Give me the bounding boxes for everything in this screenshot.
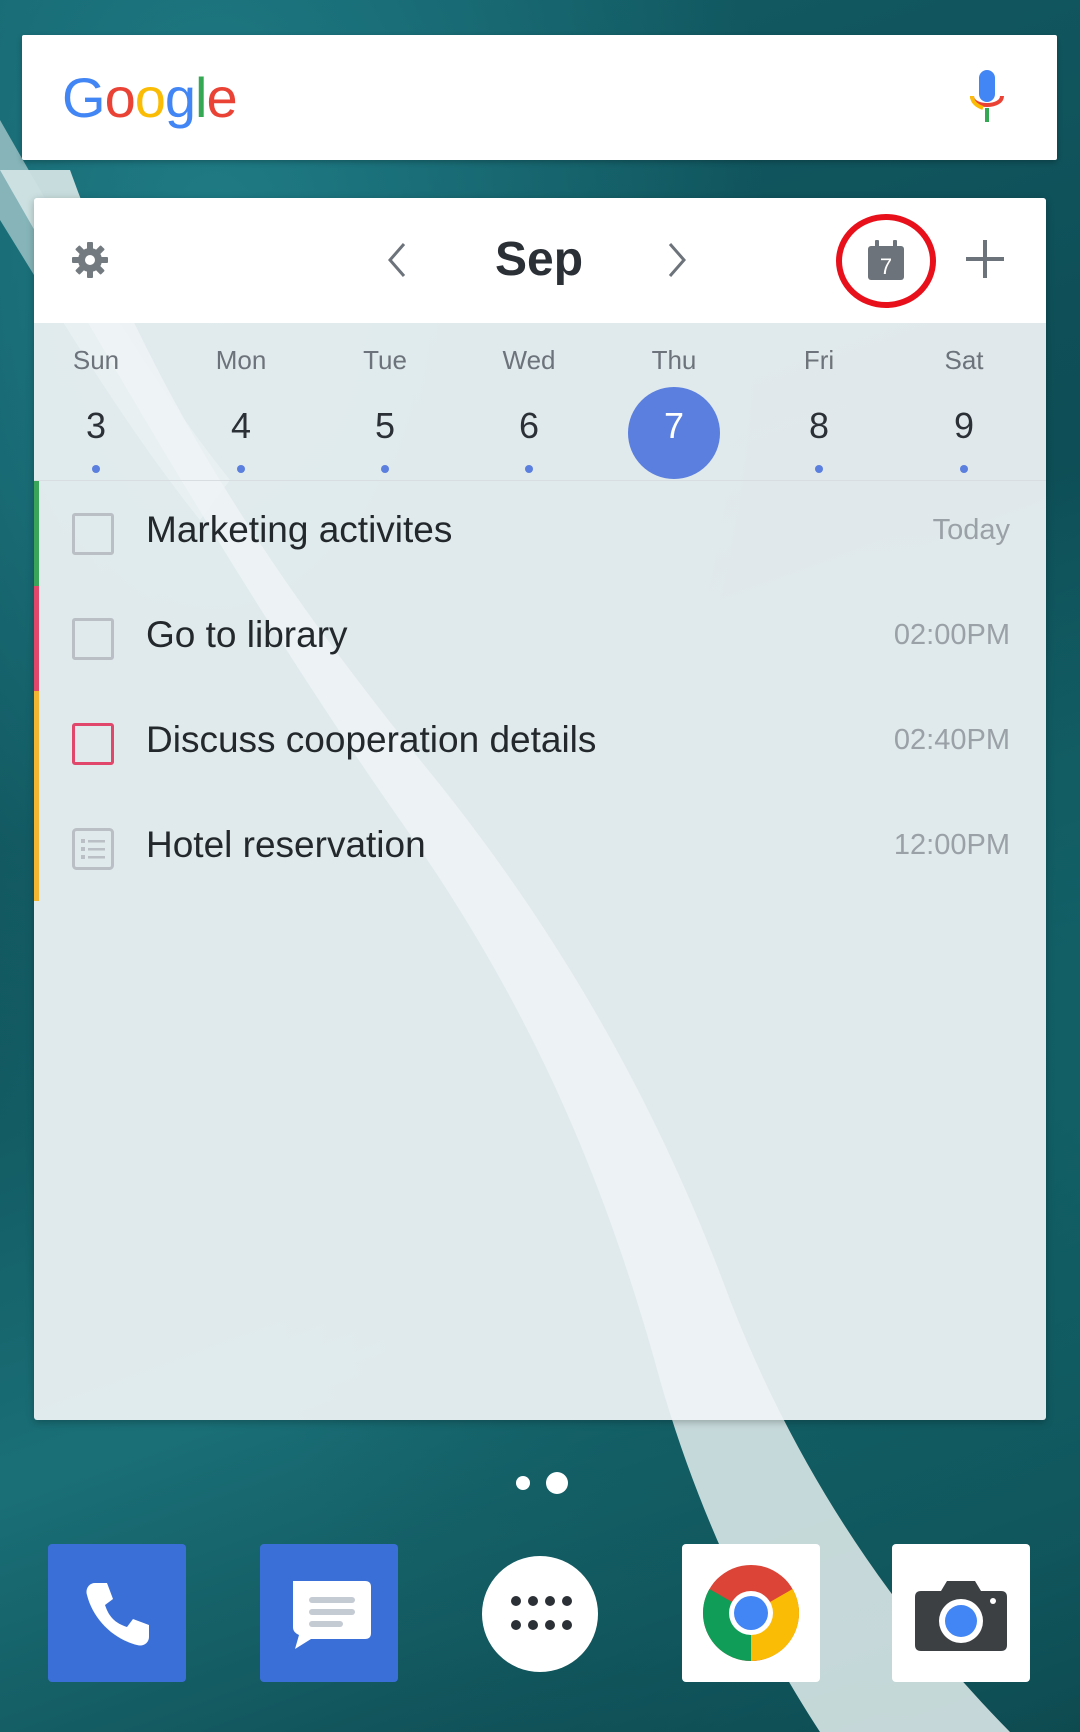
svg-text:7: 7 <box>880 254 892 279</box>
month-title: Sep <box>494 233 584 286</box>
task-checkbox[interactable] <box>72 513 114 555</box>
day-thu-selected[interactable]: Thu 7 <box>624 323 724 481</box>
event-dot <box>525 465 533 473</box>
messages-icon <box>293 1581 371 1649</box>
day-name: Wed <box>502 345 556 375</box>
priority-bar <box>34 481 39 586</box>
camera-app[interactable] <box>892 1544 1030 1682</box>
event-dot <box>237 465 245 473</box>
day-number: 6 <box>518 405 540 446</box>
widget-header: Sep 7 <box>34 198 1046 323</box>
event-dot <box>815 465 823 473</box>
camera-icon <box>915 1581 1007 1651</box>
day-number: 8 <box>808 405 830 446</box>
event-dot <box>381 465 389 473</box>
messages-app[interactable] <box>260 1544 398 1682</box>
mic-icon[interactable] <box>967 68 1007 128</box>
day-name: Fri <box>803 345 835 375</box>
priority-bar <box>34 691 39 796</box>
chevron-left-icon[interactable] <box>382 240 412 280</box>
task-checkbox[interactable] <box>72 723 114 765</box>
day-name: Sun <box>72 345 120 375</box>
day-wed[interactable]: Wed 6 <box>479 323 579 481</box>
today-calendar-button[interactable]: 7 <box>836 214 936 308</box>
page-indicator <box>514 1468 574 1498</box>
week-strip: Sun 3 Mon 4 Tue 5 Wed 6 Thu 7 Fri 8 Sat … <box>34 323 1046 481</box>
task-time: Today <box>932 514 1010 546</box>
google-search-bar[interactable]: Google <box>22 35 1057 160</box>
task-title: Discuss cooperation details <box>146 719 597 760</box>
day-name: Thu <box>651 345 697 375</box>
task-item[interactable]: Go to library 02:00PM <box>34 586 1046 691</box>
task-title: Hotel reservation <box>146 824 426 865</box>
event-dot <box>960 465 968 473</box>
task-checkbox[interactable] <box>72 618 114 660</box>
gear-icon[interactable] <box>70 240 110 280</box>
task-title: Go to library <box>146 614 348 655</box>
phone-icon <box>86 1583 149 1646</box>
notes-icon[interactable] <box>72 828 114 870</box>
chrome-app[interactable] <box>682 1544 820 1682</box>
calendar-icon: 7 <box>868 240 904 280</box>
app-drawer-icon <box>511 1596 572 1630</box>
priority-bar <box>34 796 39 901</box>
chrome-icon <box>702 1565 800 1661</box>
add-icon[interactable] <box>962 236 1008 282</box>
task-title: Marketing activites <box>146 509 453 550</box>
task-item[interactable]: Discuss cooperation details 02:40PM <box>34 691 1046 796</box>
day-name: Sat <box>944 345 984 375</box>
day-number: 5 <box>374 405 396 446</box>
calendar-widget: Sep 7 Sun 3 Mon 4 Tue 5 Wed 6 Thu 7 Fri … <box>34 198 1046 1420</box>
day-name: Mon <box>215 345 267 375</box>
task-list: Marketing activites Today Go to library … <box>34 481 1046 901</box>
task-time: 02:00PM <box>893 619 1010 651</box>
day-number: 4 <box>230 405 252 446</box>
page-dot-active <box>546 1472 568 1494</box>
day-mon[interactable]: Mon 4 <box>191 323 291 481</box>
day-tue[interactable]: Tue 5 <box>335 323 435 481</box>
day-sat[interactable]: Sat 9 <box>914 323 1014 481</box>
task-time: 02:40PM <box>893 724 1010 756</box>
day-number: 3 <box>85 405 107 446</box>
priority-bar <box>34 586 39 691</box>
day-sun[interactable]: Sun 3 <box>46 323 146 481</box>
app-drawer-button[interactable] <box>482 1556 598 1672</box>
day-name: Tue <box>363 345 407 375</box>
event-dot <box>92 465 100 473</box>
task-time: 12:00PM <box>893 829 1010 861</box>
task-item[interactable]: Marketing activites Today <box>34 481 1046 586</box>
chevron-right-icon[interactable] <box>662 240 692 280</box>
task-item[interactable]: Hotel reservation 12:00PM <box>34 796 1046 901</box>
day-number: 7 <box>663 405 685 446</box>
google-logo: Google <box>62 66 238 129</box>
day-fri[interactable]: Fri 8 <box>769 323 869 481</box>
day-number: 9 <box>953 405 975 446</box>
phone-app[interactable] <box>48 1544 186 1682</box>
page-dot <box>516 1476 530 1490</box>
